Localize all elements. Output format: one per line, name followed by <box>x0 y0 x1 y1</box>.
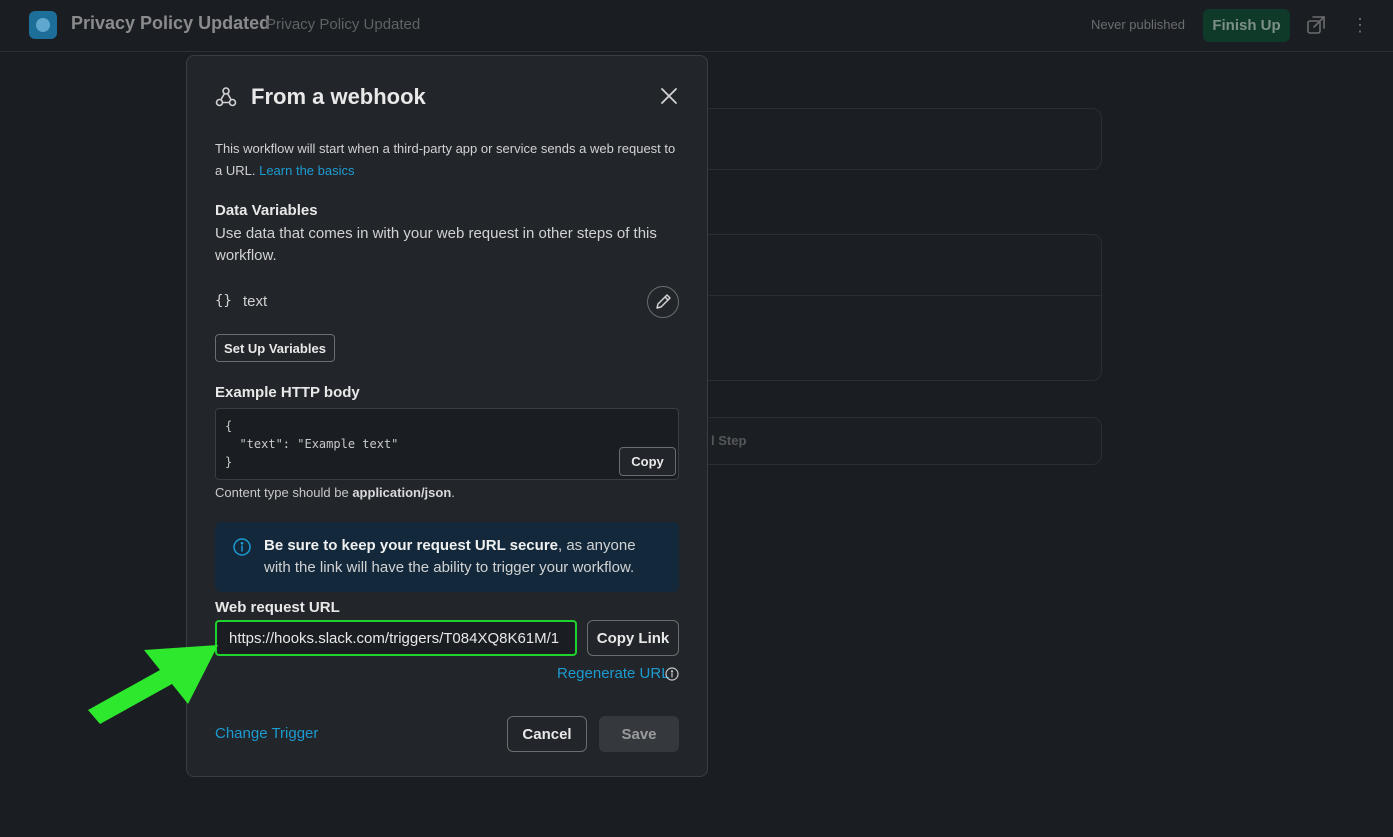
variable-name: text <box>243 293 268 310</box>
edit-variable-button[interactable] <box>647 286 679 318</box>
modal-title: From a webhook <box>251 84 426 109</box>
cancel-button[interactable]: Cancel <box>507 716 587 752</box>
copy-example-button[interactable]: Copy <box>619 447 676 476</box>
security-info-banner: Be sure to keep your request URL secure,… <box>215 522 679 592</box>
data-variables-description: Use data that comes in with your web req… <box>215 225 657 264</box>
info-icon[interactable] <box>665 667 679 681</box>
regenerate-url-link[interactable]: Regenerate URL <box>557 665 670 682</box>
info-icon <box>233 538 251 556</box>
security-info-bold: Be sure to keep your request URL secure <box>264 537 558 554</box>
annotation-arrow-icon <box>88 645 218 724</box>
learn-basics-link[interactable]: Learn the basics <box>259 163 354 178</box>
example-code-box: { "text": "Example text" } Copy <box>215 408 679 480</box>
open-external-icon[interactable] <box>1306 15 1326 35</box>
more-options-icon[interactable]: ⋮ <box>1350 15 1370 35</box>
workflow-title: Privacy Policy Updated <box>71 13 271 33</box>
modal-description: This workflow will start when a third-pa… <box>215 138 685 182</box>
background-step-label: l Step <box>711 433 747 448</box>
pencil-icon <box>656 294 671 309</box>
web-request-url-input[interactable] <box>215 620 577 656</box>
copy-link-button[interactable]: Copy Link <box>587 620 679 656</box>
background-add-step-card: l Step <box>690 417 1102 465</box>
workflow-subtitle: Privacy Policy Updated <box>266 16 421 33</box>
webhook-icon <box>215 87 237 107</box>
example-body-heading: Example HTTP body <box>215 384 360 401</box>
background-step-card <box>690 234 1102 381</box>
publish-status: Never published <box>1091 17 1185 32</box>
variable-braces-icon: {} <box>215 293 232 309</box>
background-step-card <box>690 108 1102 170</box>
finish-up-button[interactable]: Finish Up <box>1203 9 1290 42</box>
web-request-url-label: Web request URL <box>215 599 340 616</box>
top-bar: Privacy Policy Updated Privacy Policy Up… <box>0 0 1393 52</box>
data-variables-heading: Data Variables <box>215 202 318 219</box>
webhook-trigger-modal: From a webhook This workflow will start … <box>186 55 708 777</box>
content-type-note: Content type should be application/json. <box>215 485 455 500</box>
content-type-suffix: . <box>451 485 455 500</box>
close-icon[interactable] <box>655 82 683 110</box>
change-trigger-link[interactable]: Change Trigger <box>215 725 318 742</box>
content-type-prefix: Content type should be <box>215 485 353 500</box>
example-code: { "text": "Example text" } <box>225 419 399 469</box>
save-button[interactable]: Save <box>599 716 679 752</box>
security-info-text: Be sure to keep your request URL secure,… <box>264 535 664 579</box>
content-type-value: application/json <box>352 485 452 500</box>
set-up-variables-button[interactable]: Set Up Variables <box>215 334 335 362</box>
workflow-icon <box>29 11 57 39</box>
